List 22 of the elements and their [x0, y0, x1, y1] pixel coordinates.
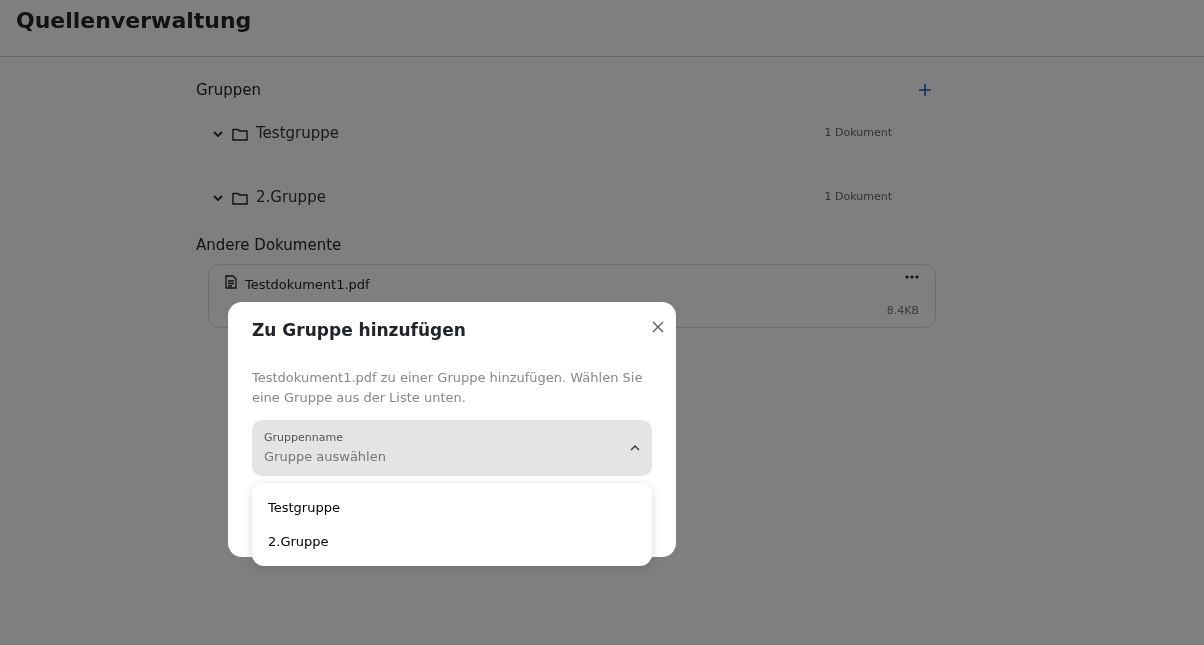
more-button[interactable] [905, 275, 919, 279]
section-heading: Gruppen [196, 80, 262, 101]
folder-icon [232, 190, 248, 205]
dialog-title: Zu Gruppe hinzufügen [252, 320, 467, 341]
group-name: 2.Gruppe [256, 187, 326, 209]
document-icon [225, 275, 237, 289]
document-count: 1 Dokument [824, 125, 892, 142]
section-heading: Andere Dokumente [196, 234, 343, 256]
folder-icon [232, 126, 248, 141]
document-count: 1 Dokument [824, 189, 892, 206]
file-size: 8.4KB [886, 302, 919, 319]
page-title: Quellenverwaltung [16, 8, 253, 35]
group-name: Testgruppe [256, 123, 339, 145]
dropdown-option[interactable]: 2.Gruppe [252, 524, 652, 558]
file-name: Testdokument1.pdf [245, 276, 370, 294]
placeholder-text: Gruppe auswählen [264, 447, 387, 466]
group-select[interactable]: Gruppenname Gruppe auswählen [252, 420, 652, 477]
field-label: Gruppenname [264, 430, 344, 447]
dialog-description: Testdokument1.pdf zu einer Gruppe hinzufügen. Wählen Sie eine Gruppe aus der Liste unten. [252, 369, 644, 408]
add-icon [918, 83, 932, 98]
dropdown-option[interactable]: Testgruppe [252, 491, 652, 525]
more-icon [905, 275, 919, 279]
